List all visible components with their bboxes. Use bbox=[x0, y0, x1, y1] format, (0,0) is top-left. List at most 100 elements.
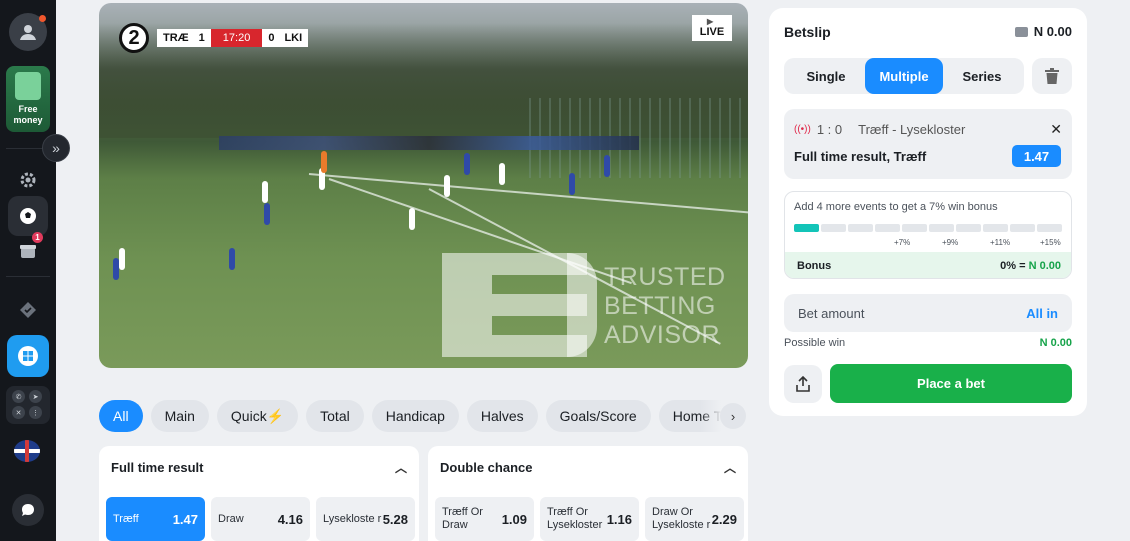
odd-value: 4.16 bbox=[277, 511, 303, 527]
chat-button[interactable] bbox=[12, 494, 44, 526]
user-avatar[interactable] bbox=[9, 13, 47, 51]
more-icon[interactable]: ⋮ bbox=[29, 406, 42, 419]
odds-row: Træff 1.47 Draw 4.16 Lysekloste r 5.28 bbox=[106, 497, 415, 541]
odd-button[interactable]: Draw Or Lysekloste r 2.29 bbox=[645, 497, 744, 541]
chevron-up-icon: ︿ bbox=[394, 460, 407, 475]
odd-button[interactable]: Træff Or Lysekloster 1.16 bbox=[540, 497, 639, 541]
odd-name: Lysekloste r bbox=[323, 512, 382, 525]
all-in-button[interactable]: All in bbox=[1026, 306, 1058, 321]
tabs-scroll-right-button[interactable]: › bbox=[720, 403, 746, 429]
possible-win: Possible win N 0.00 bbox=[784, 337, 1072, 349]
betslip-event: ((•)) 1 : 0 Træff - Lysekloster ✕ Full t… bbox=[784, 109, 1072, 179]
live-label: LIVE bbox=[699, 26, 725, 38]
expand-sidebar-button[interactable]: » bbox=[42, 134, 70, 162]
market-filter-tabs: All Main Quick⚡ Total Handicap Halves Go… bbox=[99, 400, 748, 432]
balance-value: N 0.00 bbox=[1033, 24, 1072, 39]
bonus-progress-segment bbox=[848, 224, 873, 232]
live-stream-video[interactable]: 2 TRÆ 1 17:20 0 LKI ▶ LIVE TRUSTED BETTI… bbox=[99, 3, 748, 368]
odd-name: Træff Or Lysekloster bbox=[547, 506, 603, 531]
chevron-up-icon: ︿ bbox=[723, 460, 736, 475]
scoreboard: TRÆ 1 17:20 0 LKI bbox=[157, 29, 309, 47]
free-money-button[interactable]: Free money bbox=[6, 66, 50, 132]
rail-divider bbox=[6, 276, 50, 277]
home-score: 1 bbox=[198, 32, 205, 44]
betslip-title: Betslip bbox=[784, 24, 831, 40]
odd-button[interactable]: Draw 4.16 bbox=[211, 497, 310, 541]
watermark-logo bbox=[442, 253, 597, 357]
live-badge: ▶ LIVE bbox=[692, 15, 732, 41]
windows-app-button[interactable] bbox=[7, 335, 49, 377]
promo-button[interactable] bbox=[8, 290, 48, 330]
player bbox=[444, 175, 450, 197]
player bbox=[264, 203, 270, 225]
bonus-hint: Add 4 more events to get a 7% win bonus bbox=[794, 201, 998, 213]
odd-button[interactable]: Træff Or Draw 1.09 bbox=[435, 497, 534, 541]
win-bonus-box: Add 4 more events to get a 7% win bonus … bbox=[784, 191, 1072, 279]
place-bet-button[interactable]: Place a bet bbox=[830, 364, 1072, 403]
left-rail: Free money 1 ✆ ➤ ✕ ⋮ bbox=[0, 0, 56, 541]
bet-type-single[interactable]: Single bbox=[787, 58, 865, 94]
player bbox=[119, 248, 125, 270]
bet-type-series[interactable]: Series bbox=[943, 58, 1021, 94]
x-icon[interactable]: ✕ bbox=[12, 406, 25, 419]
trash-icon bbox=[1045, 68, 1059, 84]
tab-main[interactable]: Main bbox=[150, 400, 209, 432]
channel-logo: 2 bbox=[119, 23, 149, 53]
tab-handicap[interactable]: Handicap bbox=[371, 400, 459, 432]
bonus-progress-segment bbox=[794, 224, 819, 232]
odd-value: 5.28 bbox=[382, 511, 408, 527]
telegram-icon[interactable]: ➤ bbox=[29, 390, 42, 403]
chat-icon bbox=[22, 504, 34, 516]
share-icon bbox=[796, 376, 810, 392]
bonus-tick: +15% bbox=[1040, 238, 1061, 247]
tab-all[interactable]: All bbox=[99, 400, 143, 432]
free-money-label: Free money bbox=[13, 104, 43, 125]
user-icon bbox=[20, 25, 36, 40]
live-signal-icon: ((•)) bbox=[794, 124, 811, 135]
bonus-progress-segment bbox=[875, 224, 900, 232]
player bbox=[229, 248, 235, 270]
betslip-panel: Betslip N 0.00 Single Multiple Series ((… bbox=[769, 8, 1087, 416]
market-header[interactable]: Double chance ︿ bbox=[428, 446, 748, 488]
tab-total[interactable]: Total bbox=[306, 400, 364, 432]
odd-button[interactable]: Lysekloste r 5.28 bbox=[316, 497, 415, 541]
bet-type-multiple[interactable]: Multiple bbox=[865, 58, 943, 94]
wallet-icon bbox=[1014, 26, 1028, 37]
possible-win-value: N 0.00 bbox=[1039, 337, 1072, 349]
share-betslip-button[interactable] bbox=[784, 365, 822, 403]
notification-dot bbox=[39, 15, 46, 22]
bonus-progress-segment bbox=[1037, 224, 1062, 232]
gift-box-icon bbox=[15, 72, 41, 100]
bonus-tick: +9% bbox=[942, 238, 959, 247]
close-icon: ✕ bbox=[1050, 121, 1062, 137]
bonuses-button[interactable]: 1 bbox=[8, 230, 48, 270]
tab-goals-score[interactable]: Goals/Score bbox=[545, 400, 651, 432]
windows-icon bbox=[18, 346, 38, 366]
bet-amount-placeholder: Bet amount bbox=[798, 305, 865, 321]
player bbox=[604, 155, 610, 177]
player bbox=[409, 208, 415, 230]
odds-row: Træff Or Draw 1.09 Træff Or Lysekloster … bbox=[435, 497, 744, 541]
tab-halves[interactable]: Halves bbox=[466, 400, 538, 432]
balance: N 0.00 bbox=[1014, 24, 1072, 39]
uk-flag-icon[interactable] bbox=[14, 440, 40, 462]
market-header[interactable]: Full time result ︿ bbox=[99, 446, 419, 488]
settings-button[interactable] bbox=[8, 160, 48, 200]
odd-button[interactable]: Træff 1.47 bbox=[106, 497, 205, 541]
event-score: 1 : 0 bbox=[816, 122, 843, 137]
advertising-boards bbox=[219, 136, 639, 150]
play-icon: ▶ bbox=[707, 17, 714, 26]
bonus-progress-segment bbox=[983, 224, 1008, 232]
event-teams: Træff - Lysekloster bbox=[858, 122, 966, 137]
tab-quick[interactable]: Quick⚡ bbox=[216, 400, 299, 432]
bet-amount-field[interactable]: Bet amount All in bbox=[784, 294, 1072, 332]
odd-value: 1.09 bbox=[501, 511, 527, 527]
bonus-progress-segment bbox=[1010, 224, 1035, 232]
whatsapp-icon[interactable]: ✆ bbox=[12, 390, 25, 403]
event-live-info: ((•)) 1 : 0 Træff - Lysekloster bbox=[794, 122, 965, 137]
clear-betslip-button[interactable] bbox=[1032, 58, 1072, 94]
bet-type-selector: Single Multiple Series bbox=[784, 58, 1024, 94]
bonus-tick: +7% bbox=[894, 238, 911, 247]
remove-event-button[interactable]: ✕ bbox=[1050, 121, 1062, 138]
gift-badge: 1 bbox=[32, 232, 43, 243]
